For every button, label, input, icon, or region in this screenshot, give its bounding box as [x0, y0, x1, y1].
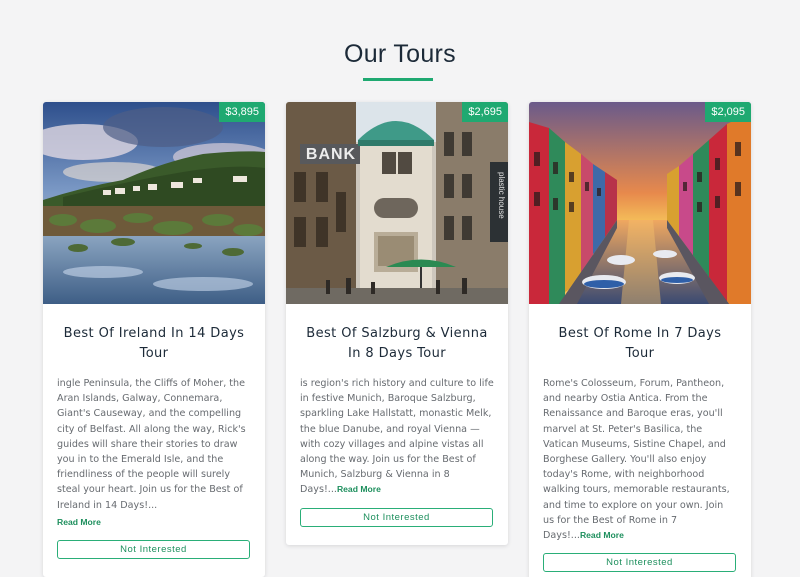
tour-image-rome[interactable]: $2,095 — [529, 102, 751, 304]
tour-description: ingle Peninsula, the Cliffs of Moher, th… — [57, 376, 251, 530]
tour-image-salzburg-vienna[interactable]: BANK plastic house $2,695 — [286, 102, 508, 304]
bank-sign-text: BANK — [306, 146, 356, 163]
read-more-link[interactable]: Read More — [337, 484, 381, 494]
plastic-house-sign-text: plastic house — [497, 172, 506, 219]
read-more-link[interactable]: Read More — [580, 530, 624, 540]
tour-card-salzburg-vienna: BANK plastic house $2,695 Best Of Salzbu… — [286, 102, 508, 545]
tour-card-ireland: $3,895 Best Of Ireland In 14 Days Tour i… — [43, 102, 265, 577]
tour-title: Best Of Ireland In 14 Days Tour — [63, 326, 245, 361]
not-interested-button[interactable]: Not Interested — [57, 540, 250, 560]
tour-description-text: is region's rich history and culture to … — [300, 378, 494, 496]
tour-card-rome: $2,095 Best Of Rome In 7 Days Tour Rome'… — [529, 102, 751, 577]
not-interested-button[interactable]: Not Interested — [543, 553, 736, 573]
tour-title: Best Of Rome In 7 Days Tour — [558, 326, 722, 361]
price-badge: $2,095 — [705, 102, 751, 122]
tour-title: Best Of Salzburg & Vienna In 8 Days Tour — [306, 326, 488, 361]
title-underline — [363, 78, 433, 81]
price-badge: $2,695 — [462, 102, 508, 122]
tour-description-text: Rome's Colosseum, Forum, Pantheon, and n… — [543, 378, 730, 542]
read-more-link[interactable]: Read More — [57, 517, 101, 527]
tour-image-ireland[interactable]: $3,895 — [43, 102, 265, 304]
tour-description-text: ingle Peninsula, the Cliffs of Moher, th… — [57, 378, 246, 511]
tour-description: is region's rich history and culture to … — [300, 376, 494, 498]
page-title: Our Tours — [343, 40, 456, 68]
price-badge: $3,895 — [219, 102, 265, 122]
tour-description: Rome's Colosseum, Forum, Pantheon, and n… — [543, 376, 737, 543]
not-interested-button[interactable]: Not Interested — [300, 507, 493, 527]
